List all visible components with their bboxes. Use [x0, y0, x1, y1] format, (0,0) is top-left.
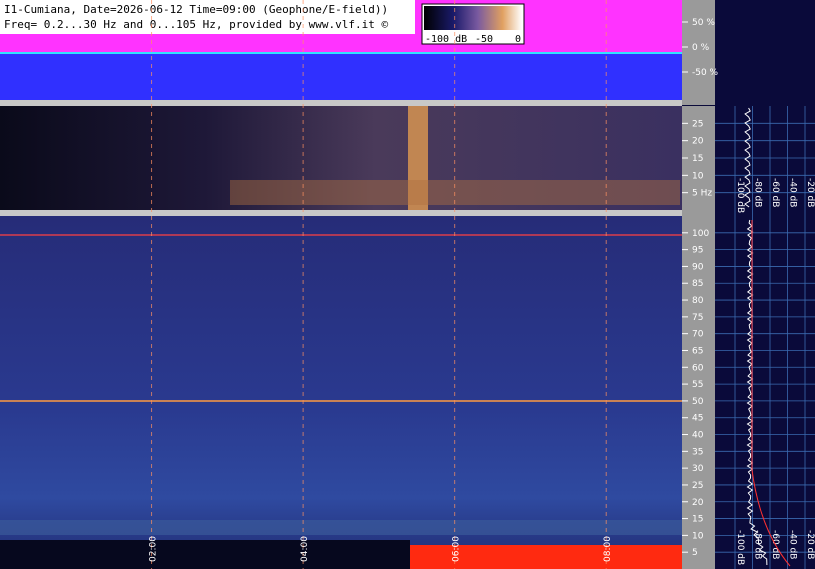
header-line2: Freq= 0.2...30 Hz and 0...105 Hz, provid…	[4, 18, 388, 31]
efield-tick-label: 30	[692, 464, 704, 474]
efield-dark-bottom	[0, 540, 410, 569]
geophone-profile-db-label: -60 dB	[770, 178, 780, 207]
efield-tick-label: 15	[692, 515, 703, 525]
time-tick-label: 04:00	[300, 536, 310, 562]
geophone-profile-db-label: -80 dB	[753, 178, 763, 207]
geophone-tick-label: 20	[692, 137, 704, 147]
efield-profile-db-label: -40 dB	[788, 530, 798, 559]
efield-tick-label: 90	[692, 262, 704, 272]
geophone-profile-db-label: -20 dB	[805, 178, 815, 207]
efield-tick-label: 65	[692, 346, 703, 356]
separator-middle	[0, 210, 682, 216]
efield-tick-label: 70	[692, 330, 704, 340]
efield-tick-label: 50	[692, 397, 704, 407]
efield-tick-label: 80	[692, 296, 704, 306]
efield-tick-label: 85	[692, 279, 703, 289]
efield-spectrogram	[0, 216, 682, 569]
efield-tick-label: 35	[692, 447, 703, 457]
amplitude-tick-label: -50 %	[692, 68, 719, 78]
efield-tick-label: 5	[692, 548, 698, 558]
time-tick-label: 08:00	[603, 536, 613, 562]
header-line1: I1-Cumiana, Date=2026-06-12 Time=09:00 (…	[4, 3, 388, 16]
efield-tick-label: 60	[692, 363, 704, 373]
geophone-profile-db-label: -40 dB	[788, 178, 798, 207]
efield-tick-label: 20	[692, 498, 704, 508]
time-tick-label: 02:00	[149, 536, 159, 562]
efield-tick-label: 75	[692, 313, 703, 323]
geophone-tick-label: 25	[692, 119, 703, 129]
separator-top	[0, 100, 682, 106]
amplitude-tick-label: 50 %	[692, 18, 715, 28]
vlf-chart-svg: I1-Cumiana, Date=2026-06-12 Time=09:00 (…	[0, 0, 815, 569]
time-tick-label: 06:00	[452, 536, 462, 562]
geophone-tick-label: 5 Hz	[692, 189, 712, 199]
efield-profile-db-label: -100 dB	[735, 530, 745, 565]
geophone-tick-label: 15	[692, 154, 703, 164]
geophone-tick-label: 10	[692, 171, 704, 181]
colorbar-gradient	[424, 6, 522, 30]
efield-band-low	[0, 520, 682, 535]
efield-profile-db-label: -20 dB	[805, 530, 815, 559]
amplitude-tick-label: 0 %	[692, 43, 710, 53]
efield-tick-label: 100	[692, 229, 709, 239]
geophone-profile-db-label: -100 dB	[735, 178, 745, 213]
efield-tick-label: 40	[692, 431, 704, 441]
colorbar-label-mid: -50	[475, 34, 493, 45]
efield-tick-label: 95	[692, 246, 703, 256]
vlf-chart-root: I1-Cumiana, Date=2026-06-12 Time=09:00 (…	[0, 0, 815, 569]
colorbar-label-min: -100 dB	[425, 34, 467, 45]
efield-tick-label: 10	[692, 531, 704, 541]
efield-tick-label: 45	[692, 414, 703, 424]
profile-panel	[715, 0, 815, 569]
efield-tick-label: 25	[692, 481, 703, 491]
efield-tick-label: 55	[692, 380, 703, 390]
colorbar-label-max: 0	[515, 34, 521, 45]
